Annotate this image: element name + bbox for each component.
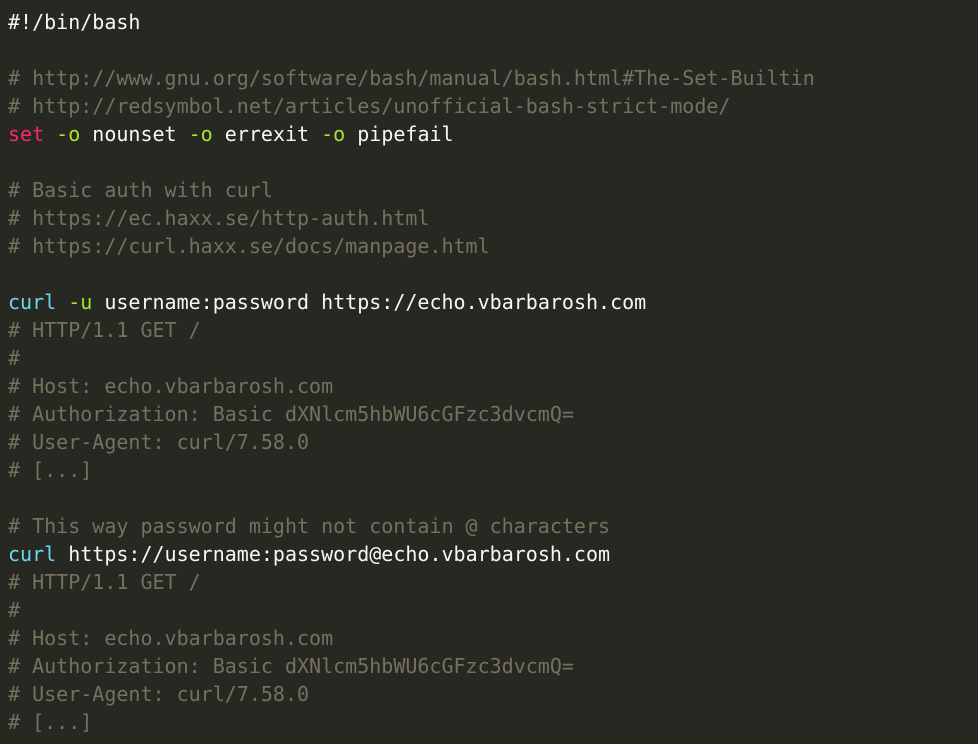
code-command: curl bbox=[8, 542, 57, 566]
code-comment: # https://curl.haxx.se/docs/manpage.html bbox=[8, 234, 490, 258]
code-line: curl https://username:password@echo.vbar… bbox=[8, 540, 978, 568]
code-command: curl bbox=[8, 290, 57, 314]
code-line: # bbox=[8, 344, 978, 372]
code-line: ​ bbox=[8, 148, 978, 176]
code-line: ​ bbox=[8, 484, 978, 512]
code-line: # https://curl.haxx.se/docs/manpage.html bbox=[8, 232, 978, 260]
code-comment: # User-Agent: curl/7.58.0 bbox=[8, 430, 310, 454]
code-flag: -u bbox=[68, 290, 93, 314]
code-comment: # HTTP/1.1 GET / bbox=[8, 318, 201, 342]
code-text: nounset bbox=[80, 122, 189, 146]
code-line: # HTTP/1.1 GET / bbox=[8, 316, 978, 344]
code-line: # Authorization: Basic dXNlcm5hbWU6cGFzc… bbox=[8, 400, 978, 428]
code-text: #!/bin/bash bbox=[8, 10, 141, 34]
code-keyword: set bbox=[8, 122, 45, 146]
code-line: # Host: echo.vbarbarosh.com bbox=[8, 372, 978, 400]
code-comment: # [...] bbox=[8, 710, 93, 734]
code-line: ​ bbox=[8, 36, 978, 64]
code-line: # User-Agent: curl/7.58.0 bbox=[8, 428, 978, 456]
code-line: # HTTP/1.1 GET / bbox=[8, 568, 978, 596]
code-text: errexit bbox=[212, 122, 322, 146]
code-line: # http://www.gnu.org/software/bash/manua… bbox=[8, 64, 978, 92]
code-line: # Basic auth with curl bbox=[8, 176, 978, 204]
code-text: https://username:password@echo.vbarbaros… bbox=[56, 542, 611, 566]
code-comment: # http://www.gnu.org/software/bash/manua… bbox=[8, 66, 815, 90]
code-comment: # This way password might not contain @ … bbox=[8, 514, 611, 538]
code-comment: # Host: echo.vbarbarosh.com bbox=[8, 626, 334, 650]
code-comment: # User-Agent: curl/7.58.0 bbox=[8, 682, 310, 706]
code-line: # http://redsymbol.net/articles/unoffici… bbox=[8, 92, 978, 120]
code-line: # https://ec.haxx.se/http-auth.html bbox=[8, 204, 978, 232]
code-line: # Authorization: Basic dXNlcm5hbWU6cGFzc… bbox=[8, 652, 978, 680]
code-line: # Host: echo.vbarbarosh.com bbox=[8, 624, 978, 652]
code-flag: -o bbox=[56, 122, 81, 146]
code-line: set -o nounset -o errexit -o pipefail bbox=[8, 120, 978, 148]
code-text: username:password https://echo.vbarbaros… bbox=[92, 290, 647, 314]
code-comment: # Host: echo.vbarbarosh.com bbox=[8, 374, 334, 398]
code-line: ​ bbox=[8, 260, 978, 288]
code-comment: # https://ec.haxx.se/http-auth.html bbox=[8, 206, 430, 230]
code-line: # [...] bbox=[8, 456, 978, 484]
code-line: # User-Agent: curl/7.58.0 bbox=[8, 680, 978, 708]
code-line: #!/bin/bash bbox=[8, 8, 978, 36]
code-comment: # bbox=[8, 346, 21, 370]
code-line: # bbox=[8, 596, 978, 624]
code-comment: # Authorization: Basic dXNlcm5hbWU6cGFzc… bbox=[8, 402, 574, 426]
code-comment: # bbox=[8, 598, 21, 622]
code-flag: -o bbox=[188, 122, 213, 146]
code-line: curl -u username:password https://echo.v… bbox=[8, 288, 978, 316]
code-flag: -o bbox=[321, 122, 346, 146]
code-comment: # HTTP/1.1 GET / bbox=[8, 570, 201, 594]
code-line: # This way password might not contain @ … bbox=[8, 512, 978, 540]
code-editor[interactable]: #!/bin/bash​# http://www.gnu.org/softwar… bbox=[0, 0, 978, 744]
code-comment: # Authorization: Basic dXNlcm5hbWU6cGFzc… bbox=[8, 654, 574, 678]
code-line: # [...] bbox=[8, 708, 978, 736]
code-comment: # Basic auth with curl bbox=[8, 178, 273, 202]
code-text: pipefail bbox=[345, 122, 454, 146]
code-comment: # [...] bbox=[8, 458, 93, 482]
code-comment: # http://redsymbol.net/articles/unoffici… bbox=[8, 94, 731, 118]
